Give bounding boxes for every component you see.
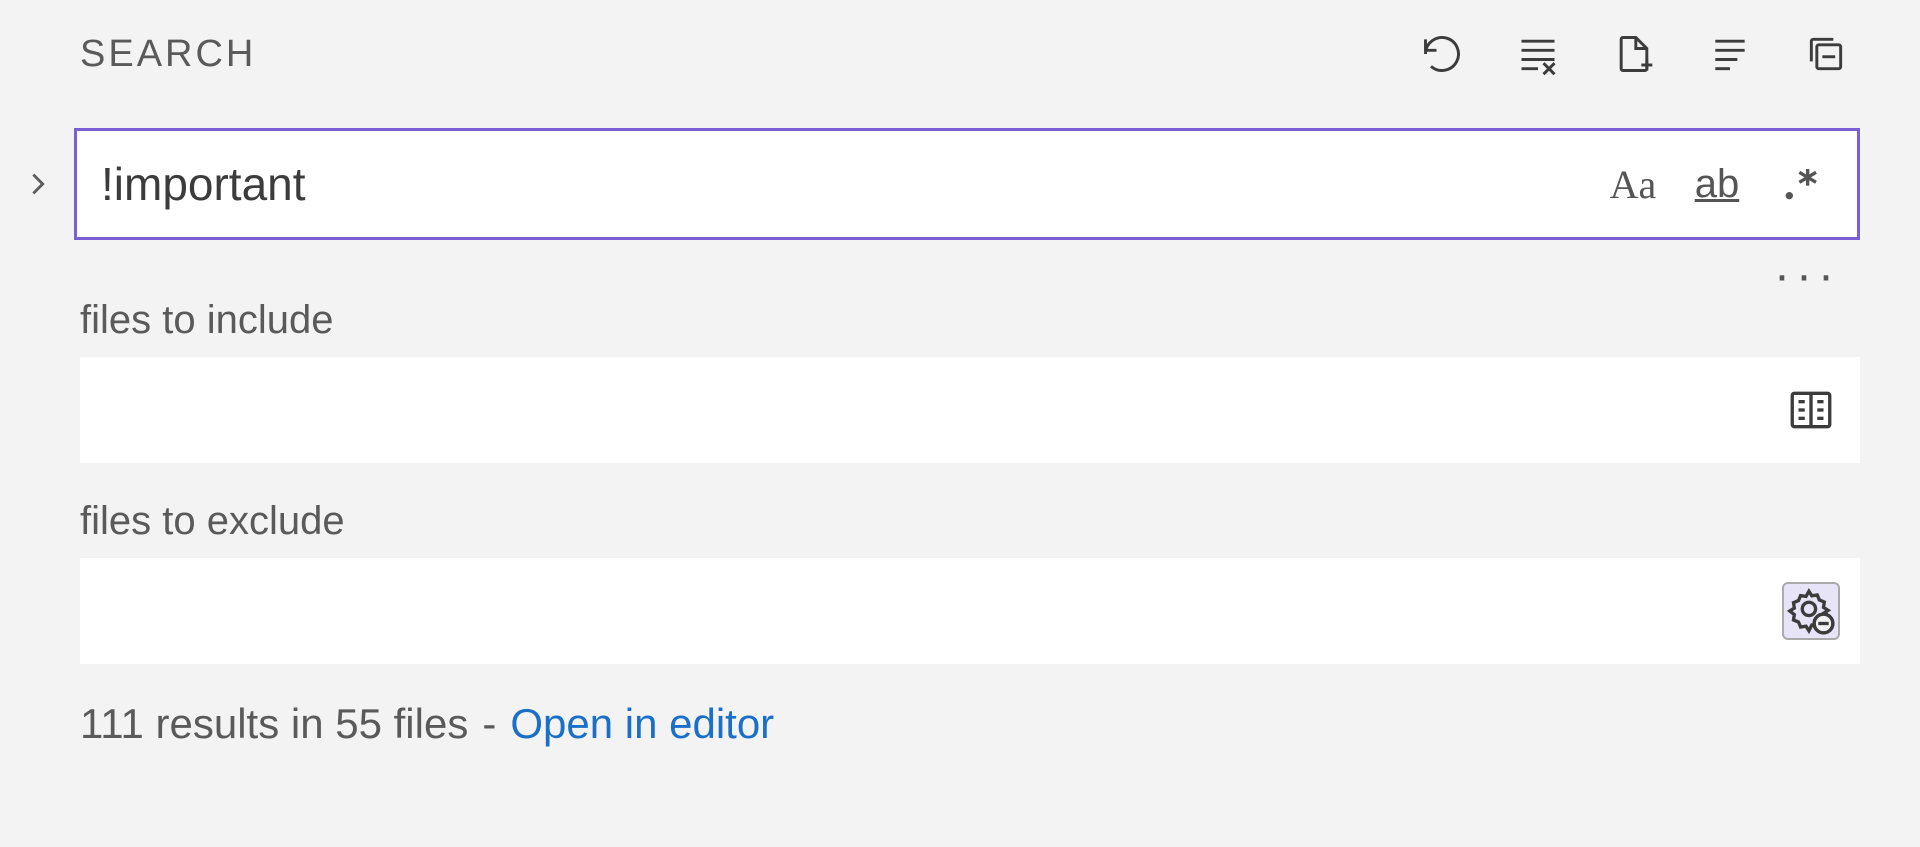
search-toolbar bbox=[1418, 30, 1860, 78]
search-panel: SEARCH bbox=[0, 0, 1920, 748]
results-summary-row: 111 results in 55 files - Open in editor bbox=[80, 700, 1860, 748]
include-label: files to include bbox=[80, 298, 1860, 343]
search-input-container: Aa ab bbox=[74, 128, 1860, 240]
include-section: files to include files to exclude bbox=[80, 298, 1860, 748]
search-header: SEARCH bbox=[20, 30, 1860, 78]
exclude-input-container bbox=[80, 558, 1860, 664]
results-separator: - bbox=[482, 700, 496, 748]
results-count-text: 111 results in 55 files bbox=[80, 700, 468, 748]
view-as-tree-icon[interactable] bbox=[1706, 30, 1754, 78]
regex-toggle[interactable] bbox=[1769, 156, 1833, 212]
files-to-exclude-input[interactable] bbox=[100, 589, 1782, 634]
include-input-container bbox=[80, 357, 1860, 463]
book-icon[interactable] bbox=[1782, 381, 1840, 439]
toggle-replace-chevron[interactable] bbox=[20, 166, 56, 202]
clear-results-icon[interactable] bbox=[1514, 30, 1562, 78]
exclude-label: files to exclude bbox=[80, 499, 1860, 544]
search-input-options: Aa ab bbox=[1601, 156, 1833, 212]
use-exclude-settings-icon[interactable] bbox=[1782, 582, 1840, 640]
whole-word-toggle[interactable]: ab bbox=[1685, 156, 1749, 212]
match-case-toggle[interactable]: Aa bbox=[1601, 156, 1665, 212]
open-in-editor-link[interactable]: Open in editor bbox=[510, 700, 774, 748]
more-options-icon[interactable]: ··· bbox=[1774, 264, 1840, 288]
files-to-include-input[interactable] bbox=[100, 388, 1782, 433]
search-input[interactable] bbox=[101, 157, 1601, 211]
search-input-row: Aa ab bbox=[20, 128, 1860, 240]
panel-title: SEARCH bbox=[80, 33, 256, 76]
refresh-icon[interactable] bbox=[1418, 30, 1466, 78]
collapse-all-icon[interactable] bbox=[1802, 30, 1850, 78]
new-search-editor-icon[interactable] bbox=[1610, 30, 1658, 78]
